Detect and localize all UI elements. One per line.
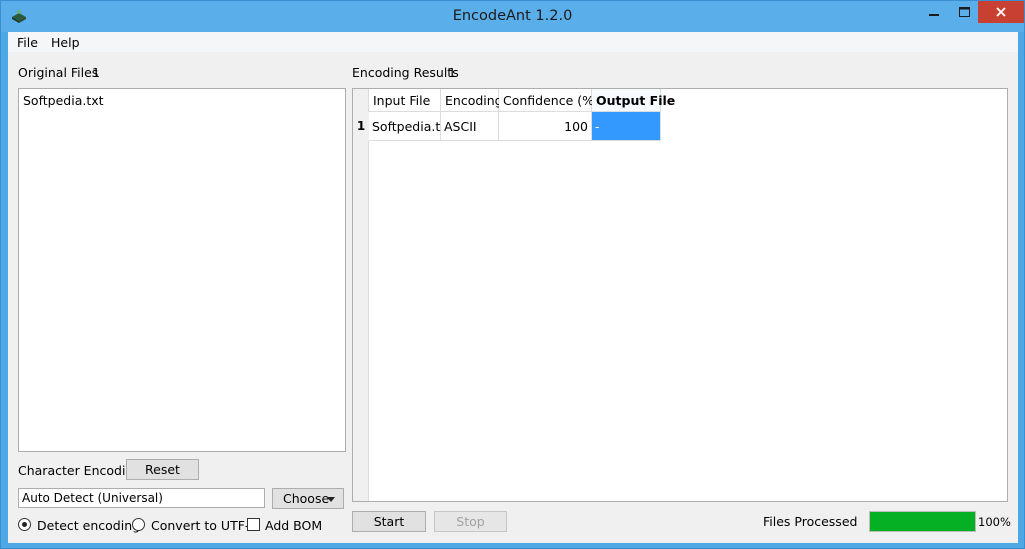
list-item[interactable]: Softpedia.txt <box>23 93 104 108</box>
encoding-results-count: 1 <box>448 65 456 80</box>
column-header-confidence[interactable]: Confidence (%) <box>499 89 599 112</box>
encoding-results-label: Encoding Results <box>352 65 459 80</box>
maximize-icon <box>958 7 970 17</box>
stop-button[interactable]: Stop <box>434 511 507 532</box>
original-files-count: 1 <box>92 65 100 80</box>
original-files-list[interactable]: Softpedia.txt <box>18 88 346 452</box>
character-encoding-label: Character Encoding <box>18 463 142 478</box>
progress-fill <box>870 512 975 531</box>
add-bom-label: Add BOM <box>265 518 323 533</box>
close-button[interactable] <box>978 1 1024 23</box>
add-bom-checkbox[interactable] <box>247 518 260 531</box>
window-title: EncodeAnt 1.2.0 <box>452 8 573 24</box>
convert-utf8-radio[interactable] <box>132 518 145 531</box>
menu-bar: File Help <box>8 32 1018 52</box>
files-processed-label: Files Processed <box>763 514 858 529</box>
results-table[interactable]: Input File Encoding Confidence (%) Outpu… <box>352 88 1008 502</box>
dropdown-arrow-icon <box>327 497 335 502</box>
close-icon <box>996 7 1006 17</box>
cell-confidence[interactable]: 100 <box>499 112 592 141</box>
client-area: File Help Original Files 1 Softpedia.txt… <box>8 32 1018 543</box>
encoding-field[interactable]: Auto Detect (Universal) <box>18 488 265 508</box>
original-files-label: Original Files <box>18 65 99 80</box>
progress-bar <box>869 511 976 532</box>
column-header-input-file[interactable]: Input File <box>369 89 441 112</box>
minimize-icon <box>929 14 939 16</box>
cell-output-file[interactable]: - <box>592 112 661 141</box>
menu-help[interactable]: Help <box>51 35 80 50</box>
title-bar[interactable]: EncodeAnt 1.2.0 <box>1 1 1024 32</box>
app-window: EncodeAnt 1.2.0 File Help Original Files… <box>0 0 1025 549</box>
cell-input-file[interactable]: Softpedia.txt <box>369 112 453 141</box>
convert-utf8-label: Convert to UTF-8 <box>151 518 258 533</box>
row-number[interactable]: 1 <box>353 112 369 141</box>
menu-file[interactable]: File <box>17 35 38 50</box>
minimize-button[interactable] <box>917 1 951 23</box>
detect-encoding-radio[interactable] <box>18 518 31 531</box>
reset-button[interactable]: Reset <box>126 459 199 480</box>
maximize-button[interactable] <box>951 1 977 23</box>
detect-encoding-label: Detect encoding <box>37 518 141 533</box>
row-header-column <box>353 89 369 501</box>
choose-button[interactable]: Choose <box>272 488 344 509</box>
choose-button-label: Choose <box>283 491 330 506</box>
cell-encoding[interactable]: ASCII <box>441 112 499 141</box>
start-button[interactable]: Start <box>352 511 426 532</box>
column-header-encoding[interactable]: Encoding <box>441 89 503 112</box>
column-header-output-file[interactable]: Output File <box>592 89 675 112</box>
progress-percent: 100% <box>978 515 1011 529</box>
